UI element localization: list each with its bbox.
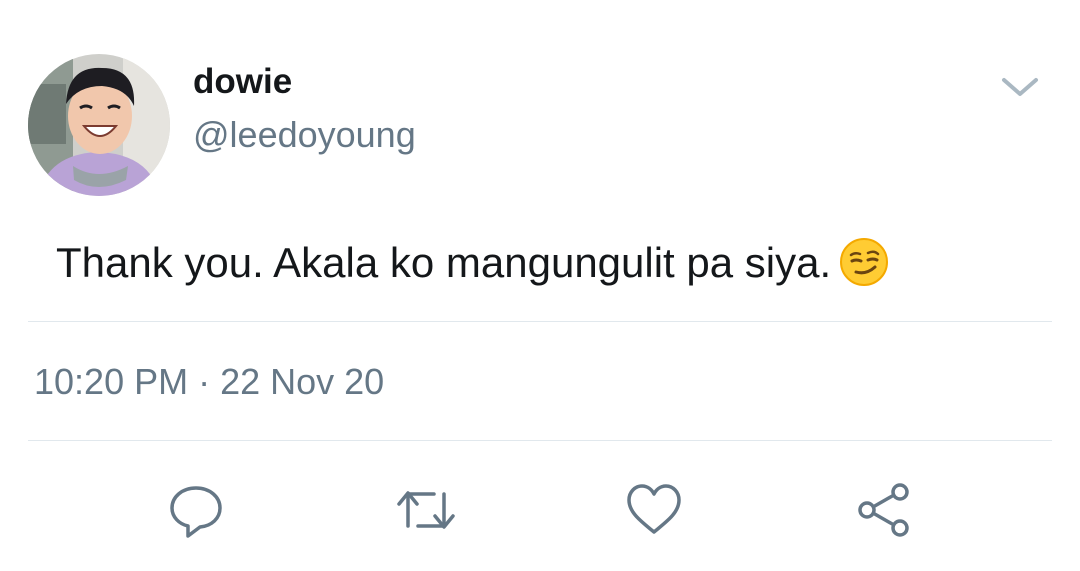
chevron-down-icon[interactable] [998,70,1042,104]
smirking-face-emoji-icon [839,237,889,287]
display-name[interactable]: dowie [193,60,292,104]
tweet-card: dowie @leedoyoung Thank you. Akala ko ma… [0,0,1080,571]
comment-icon [170,486,222,538]
user-handle[interactable]: @leedoyoung [193,113,416,157]
tweet-text: Thank you. Akala ko mangungulit pa siya. [56,236,889,290]
avatar[interactable] [28,54,170,196]
tweet-timestamp[interactable]: 10:20 PM · 22 Nov 20 [34,360,384,404]
share-button[interactable] [854,480,914,540]
share-icon [858,483,909,537]
retweet-button[interactable] [394,480,455,540]
like-button[interactable] [624,480,684,540]
retweet-icon [397,491,455,529]
divider-bottom [28,440,1052,441]
tweet-text-body: Thank you. Akala ko mangungulit pa siya. [56,239,832,286]
divider-top [28,321,1052,322]
heart-icon [627,484,681,534]
avatar-image [28,54,170,196]
reply-button[interactable] [166,480,226,540]
